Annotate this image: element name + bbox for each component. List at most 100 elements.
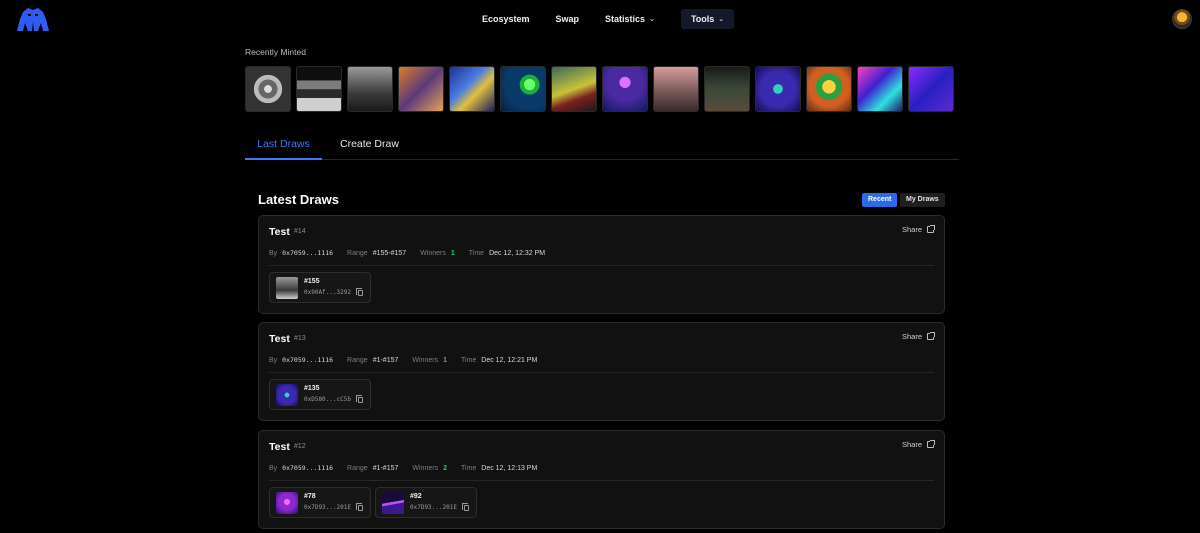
copy-icon[interactable]	[356, 503, 363, 511]
external-link-icon	[927, 440, 935, 448]
tab-last-draws[interactable]: Last Draws	[245, 131, 322, 160]
nav-tools[interactable]: Tools ⌄	[680, 9, 735, 29]
winner-token-number: #155	[304, 278, 320, 285]
winner-nft-thumbnail	[276, 277, 298, 299]
minted-nft-thumbnail[interactable]	[857, 66, 903, 112]
draw-tabs: Last Draws Create Draw	[245, 131, 959, 160]
chevron-down-icon: ⌄	[718, 16, 725, 23]
minted-nft-thumbnail[interactable]	[500, 66, 546, 112]
creator-address: 0x7059...1116	[282, 356, 334, 364]
minted-nft-thumbnail[interactable]	[296, 66, 342, 112]
card-divider	[269, 372, 934, 373]
share-button[interactable]: Share	[901, 440, 935, 449]
minted-nft-thumbnail[interactable]	[806, 66, 852, 112]
tab-create-draw[interactable]: Create Draw	[340, 131, 399, 160]
winner-token-number: #92	[410, 493, 422, 500]
copy-icon[interactable]	[356, 395, 363, 403]
nav-statistics-label: Statistics	[605, 14, 646, 24]
nav-swap[interactable]: Swap	[556, 9, 580, 29]
draw-meta: By 0x7059...1116 Range #1-#157 Winners 2 Ti…	[269, 464, 551, 472]
by-label: By	[269, 464, 278, 472]
minted-nft-thumbnail[interactable]	[704, 66, 750, 112]
external-link-icon	[927, 332, 935, 340]
gorilla-logo-icon[interactable]	[14, 5, 52, 33]
draw-id: #14	[294, 228, 306, 235]
external-link-icon	[927, 225, 935, 233]
winner-item[interactable]: #92 0x7D93...201E	[375, 487, 477, 518]
draw-id: #12	[294, 443, 306, 450]
recently-minted-strip	[245, 66, 959, 112]
range-value: #1-#157	[372, 464, 399, 472]
range-label: Range	[347, 249, 368, 257]
minted-nft-thumbnail[interactable]	[347, 66, 393, 112]
time-label: Time	[460, 464, 477, 472]
draw-time: Dec 12, 12:32 PM	[489, 249, 546, 257]
creator-address: 0x7059...1116	[282, 249, 334, 257]
nav-tools-label: Tools	[690, 14, 715, 24]
nav-ecosystem-label: Ecosystem	[482, 14, 530, 24]
winners-label: Winners	[412, 464, 439, 472]
winners-count: 2	[443, 464, 447, 472]
share-button[interactable]: Share	[901, 332, 935, 341]
draw-card: Test #13 Share By 0x7059...1116 Range #1-#…	[258, 322, 945, 421]
time-label: Time	[468, 249, 485, 257]
draw-time: Dec 12, 12:13 PM	[481, 464, 538, 472]
draw-meta: By 0x7059...1116 Range #155-#157 Winners 1 …	[269, 249, 559, 257]
draw-time: Dec 12, 12:21 PM	[481, 356, 538, 364]
minted-nft-thumbnail[interactable]	[602, 66, 648, 112]
creator-address: 0x7059...1116	[282, 464, 334, 472]
share-label: Share	[901, 440, 922, 449]
user-avatar-icon[interactable]	[1172, 9, 1192, 29]
draw-meta: By 0x7059...1116 Range #1-#157 Winners 1 Ti…	[269, 356, 551, 364]
winners-label: Winners	[420, 249, 446, 257]
draw-title: Test	[269, 333, 290, 345]
winner-item[interactable]: #78 0x7D93...201E	[269, 487, 371, 518]
filter-my-draws-button[interactable]: My Draws	[900, 193, 945, 207]
minted-nft-thumbnail[interactable]	[449, 66, 495, 112]
section-title: Latest Draws	[258, 192, 339, 207]
share-label: Share	[901, 332, 922, 341]
draw-title: Test	[269, 226, 290, 238]
range-value: #155-#157	[372, 249, 407, 257]
by-label: By	[269, 249, 278, 257]
range-label: Range	[347, 464, 368, 472]
winner-item[interactable]: #155 0x90Af...3292	[269, 272, 371, 303]
nav-statistics[interactable]: Statistics ⌄	[605, 9, 655, 29]
minted-nft-thumbnail[interactable]	[908, 66, 954, 112]
winner-nft-thumbnail	[382, 492, 404, 514]
filter-recent-button[interactable]: Recent	[862, 193, 898, 207]
range-value: #1-#157	[372, 356, 399, 364]
recently-minted-label: Recently Minted	[245, 47, 306, 57]
minted-nft-thumbnail[interactable]	[398, 66, 444, 112]
draw-title: Test	[269, 441, 290, 453]
share-label: Share	[901, 225, 922, 234]
nav-ecosystem[interactable]: Ecosystem	[482, 9, 530, 29]
by-label: By	[269, 356, 278, 364]
draw-card: Test #14 Share By 0x7059...1116 Range #155…	[258, 215, 945, 314]
card-divider	[269, 480, 934, 481]
winners-count: 1	[443, 356, 447, 364]
time-label: Time	[460, 356, 477, 364]
minted-nft-thumbnail[interactable]	[551, 66, 597, 112]
winners-count: 1	[450, 249, 455, 257]
minted-nft-thumbnail[interactable]	[755, 66, 801, 112]
nav-links: Ecosystem Swap Statistics ⌄ Tools ⌄	[482, 9, 735, 29]
copy-icon[interactable]	[462, 503, 469, 511]
winner-address: 0x7D93...201E	[304, 504, 351, 511]
range-label: Range	[347, 356, 368, 364]
minted-nft-thumbnail[interactable]	[245, 66, 291, 112]
winner-nft-thumbnail	[276, 492, 298, 514]
winner-address: 0xD580...cC5b	[304, 396, 351, 403]
nav-swap-label: Swap	[555, 14, 580, 24]
draw-card: Test #12 Share By 0x7059...1116 Range #1-#…	[258, 430, 945, 529]
winner-address: 0x7D93...201E	[410, 504, 457, 511]
top-navigation: Ecosystem Swap Statistics ⌄ Tools ⌄	[0, 0, 1200, 38]
card-divider	[269, 265, 934, 266]
winners-label: Winners	[412, 356, 439, 364]
copy-icon[interactable]	[356, 288, 363, 296]
share-button[interactable]: Share	[901, 225, 935, 234]
minted-nft-thumbnail[interactable]	[653, 66, 699, 112]
draw-id: #13	[294, 335, 306, 342]
winner-address: 0x90Af...3292	[304, 289, 351, 296]
winner-item[interactable]: #135 0xD580...cC5b	[269, 379, 371, 410]
